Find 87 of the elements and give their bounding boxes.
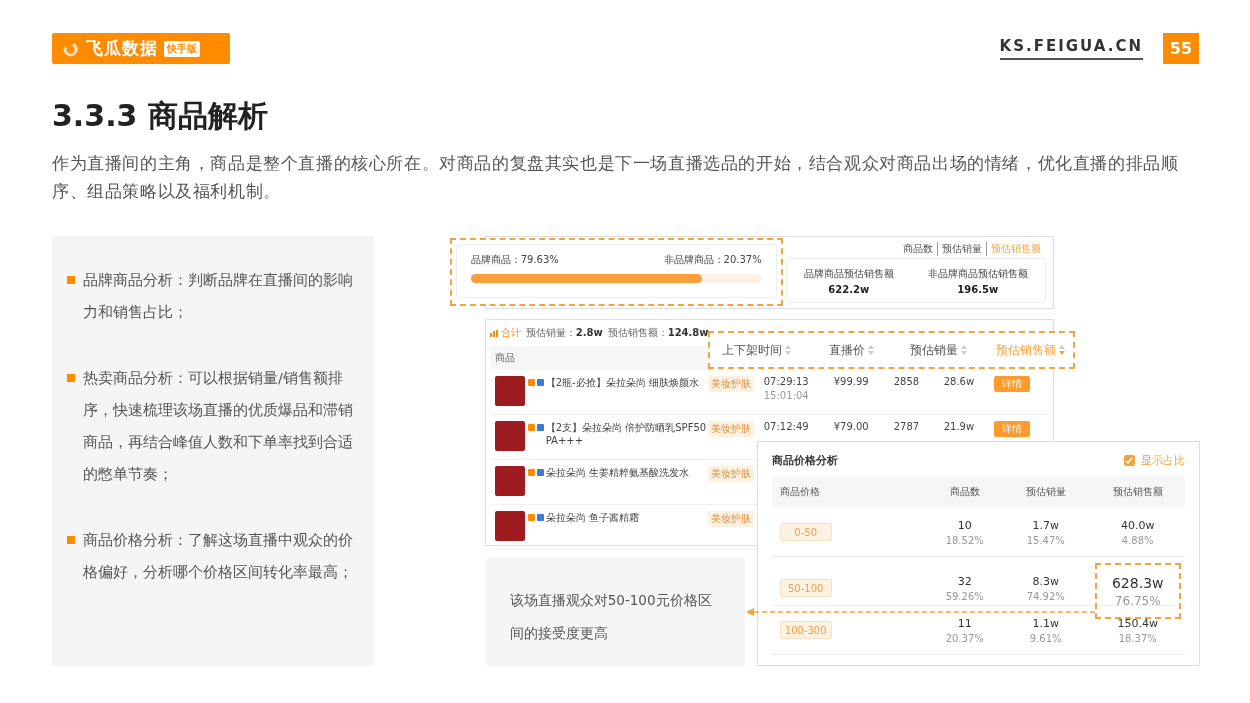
product-name: 朵拉朵尚 生姜精粹氨基酸洗发水 <box>545 466 689 479</box>
sortable-column-header[interactable]: 直播价 <box>829 341 866 359</box>
bullet-marker <box>67 536 75 544</box>
logo-mark-icon <box>62 40 80 57</box>
photo-placeholder <box>494 511 525 541</box>
value: 150.4w <box>1117 616 1158 630</box>
bullet-text: 热卖商品分析：可以根据销量/销售额排序，快速梳理该场直播的优质爆品和滞销商品，再结合峰值人数和下单率找到合适的憋单节奏； <box>83 369 354 484</box>
percentage: 20.37% <box>945 632 984 644</box>
checkbox[interactable] <box>1123 455 1135 466</box>
sortable-column-header[interactable]: 上下架时间 <box>721 341 782 359</box>
revenue-cell-text: 28.6w <box>943 376 976 387</box>
product-name: 朵拉朵尚 鱼子酱精霜 <box>545 511 639 524</box>
label-icon <box>527 514 535 521</box>
value: 10 <box>957 518 972 532</box>
badge-icon <box>536 379 544 386</box>
stat-label: 非品牌商品预估销售额 <box>927 266 1028 281</box>
value: 11 <box>957 616 972 630</box>
section-title: 3.3.3 商品解析 <box>52 97 269 135</box>
value: 1.1w <box>1032 616 1059 630</box>
delisting-time: 15:01:04 <box>763 390 810 401</box>
percentage: 74.92% <box>1026 590 1065 602</box>
summary-stat: 预估销售额：124.8w <box>607 326 709 340</box>
photo-placeholder <box>494 421 525 451</box>
bullet-text: 商品价格分析：了解这场直播中观众的价格偏好，分析哪个价格区间转化率最高； <box>83 531 354 582</box>
product-name: 【2支】朵拉朵尚 倍护防晒乳SPF50 PA+++ <box>545 421 708 447</box>
panel-title: 商品价格分析 <box>771 453 838 468</box>
sortable-column-header[interactable]: 预估销量 <box>909 341 958 359</box>
stat-label: 品牌商品预估销售额 <box>803 266 894 281</box>
total-label: 合计 <box>500 326 521 340</box>
sales-cell-text: 2787 <box>893 421 921 432</box>
price-range-tag: 100-300 <box>779 621 832 639</box>
listing-time: 07:12:49 <box>763 421 810 432</box>
category-tag: 美妆护肤 <box>707 511 754 527</box>
value: 40.0w <box>1120 518 1155 532</box>
non-brand-share-label: 非品牌商品：20.37% <box>663 253 762 267</box>
stat-value: 196.5w <box>957 283 999 295</box>
edition-badge: 快手版 <box>164 40 200 57</box>
price-cell-text: ¥99.99 <box>833 376 870 387</box>
percentage: 76.75% <box>1114 593 1161 608</box>
sales-cell-text: 2858 <box>893 376 921 387</box>
site-address: KS.FEIGUA.CN <box>999 37 1143 60</box>
category-tag: 美妆护肤 <box>707 421 754 437</box>
photo-placeholder <box>494 466 525 496</box>
photo-placeholder <box>494 376 525 406</box>
category-tag: 美妆护肤 <box>707 466 754 482</box>
logo-text: 飞瓜数据 <box>86 37 158 60</box>
badge-icon <box>536 424 544 431</box>
metric-tab[interactable]: 商品数 <box>898 242 937 256</box>
badge-icon <box>536 514 544 521</box>
brand-share-label: 品牌商品：79.63% <box>470 253 559 267</box>
checkbox-label: 显示占比 <box>1140 453 1185 468</box>
metric-tab[interactable]: 预估销量 <box>936 242 986 256</box>
value: 628.3w <box>1111 574 1164 591</box>
value: 32 <box>957 574 972 588</box>
revenue-cell-text: 21.9w <box>943 421 976 432</box>
label-icon <box>527 469 535 476</box>
stat-value: 622.2w <box>828 283 870 295</box>
value: 1.7w <box>1032 518 1059 532</box>
bullet-marker <box>67 374 75 382</box>
price-range-tag: 50-100 <box>779 579 832 597</box>
badge-icon <box>536 469 544 476</box>
value: 8.3w <box>1032 574 1059 588</box>
column-header: 商品价格 <box>779 485 820 499</box>
intro-paragraph: 作为直播间的主角，商品是整个直播的核心所在。对商品的复盘其实也是下一场直播选品的开始，结合观众对商品出场的情绪，优化直播的排品顺序、组品策略以及福利机制。 <box>52 153 1180 203</box>
percentage: 18.52% <box>945 534 984 546</box>
column-header: 商品 <box>494 351 515 365</box>
label-icon <box>527 424 535 431</box>
price-range-tag: 0-50 <box>779 523 832 541</box>
bullet-marker <box>67 276 75 284</box>
bar-chart-icon <box>489 329 499 337</box>
column-header: 预估销量 <box>1025 485 1066 499</box>
price-cell-text: ¥79.00 <box>833 421 870 432</box>
callout-text: 该场直播观众对50-100元价格区间的接受度更高 <box>485 558 745 666</box>
product-name: 【2瓶-必抢】朵拉朵尚 细肤焕颜水 <box>545 376 699 389</box>
column-header: 预估销售额 <box>1112 485 1163 499</box>
percentage: 59.26% <box>945 590 984 602</box>
percentage: 15.47% <box>1026 534 1065 546</box>
percentage: 18.37% <box>1118 632 1157 644</box>
column-header: 商品数 <box>949 485 980 499</box>
page-number: 55 <box>1163 33 1199 64</box>
bullet-text: 品牌商品分析：判断品牌在直播间的影响力和销售占比； <box>83 271 354 322</box>
percentage: 9.61% <box>1029 632 1062 644</box>
label-icon <box>527 379 535 386</box>
summary-stat: 预估销量：2.8w <box>525 326 603 340</box>
listing-time: 07:29:13 <box>763 376 810 387</box>
category-tag: 美妆护肤 <box>707 376 754 392</box>
percentage: 4.88% <box>1121 534 1154 546</box>
